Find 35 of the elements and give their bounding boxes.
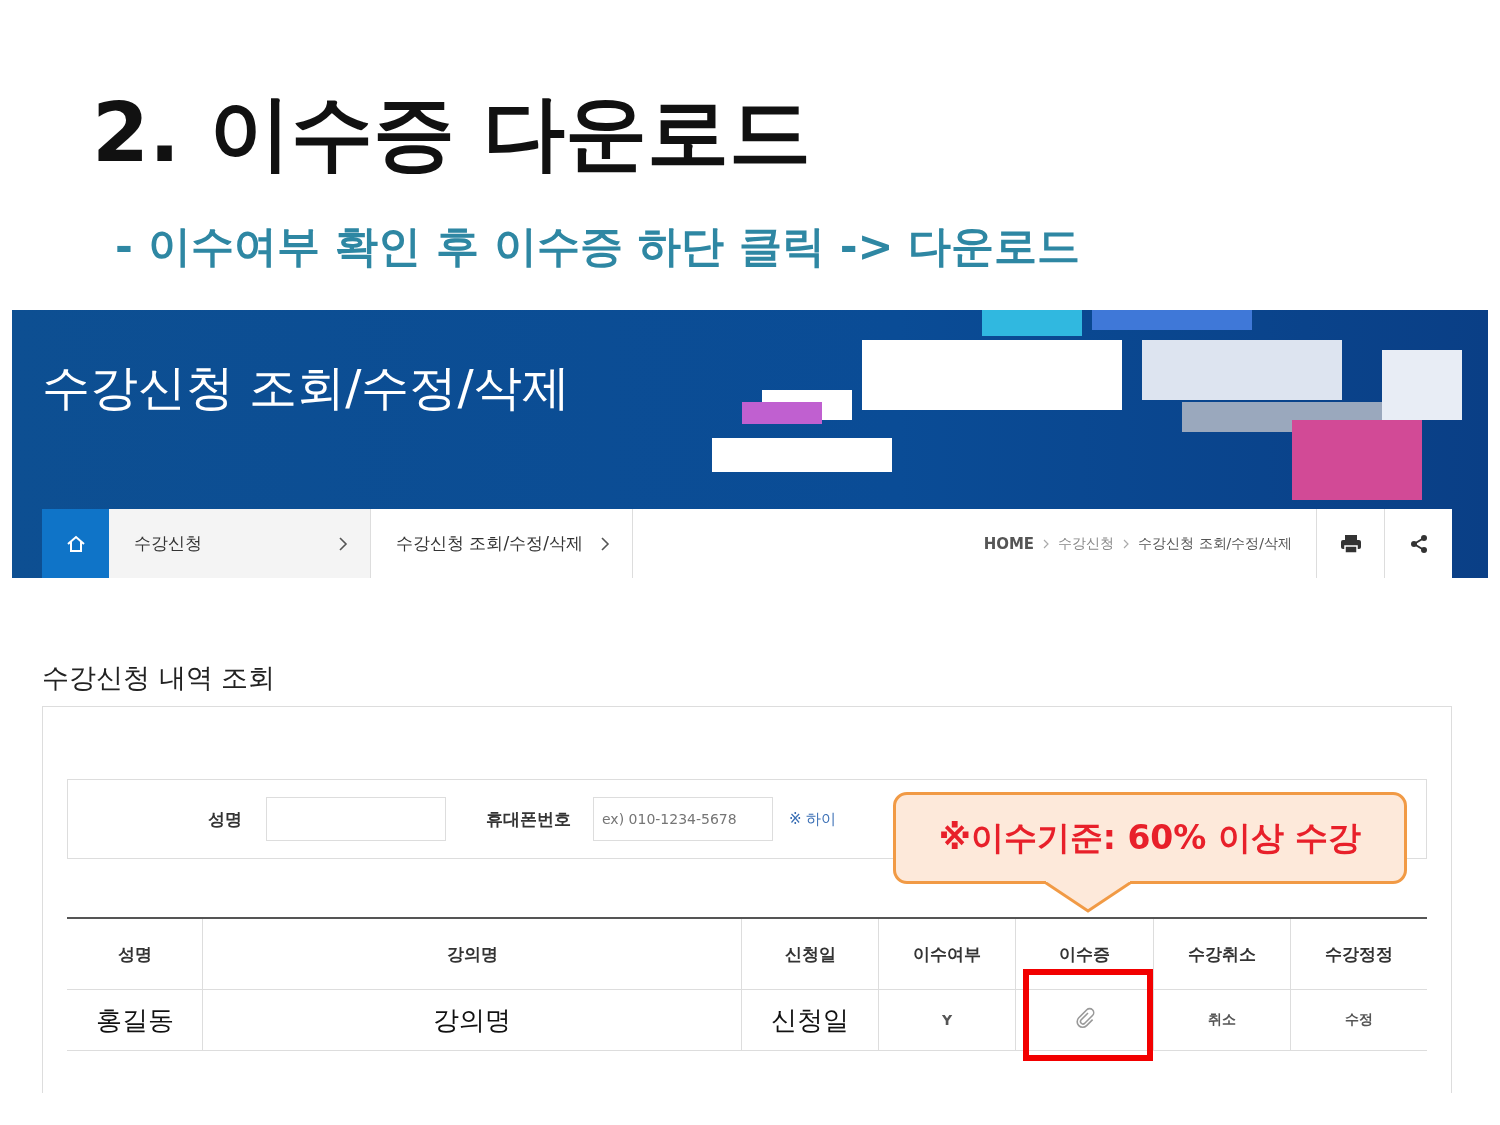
table-cell: 홍길동 bbox=[67, 989, 203, 1051]
slide-subtitle: - 이수여부 확인 후 이수증 하단 클릭 -> 다운로드 bbox=[114, 220, 1082, 273]
note-text: ※ 하이 bbox=[789, 809, 837, 829]
field-label: 성명 bbox=[208, 807, 242, 831]
chevron-icon bbox=[339, 536, 348, 551]
home-button[interactable] bbox=[42, 509, 109, 578]
column-header: 성명 bbox=[67, 918, 203, 990]
column-header: 이수여부 bbox=[878, 918, 1016, 990]
chevron-icon bbox=[1123, 538, 1130, 549]
column-header: 신청일 bbox=[741, 918, 879, 990]
table-cell: 수정 bbox=[1290, 989, 1427, 1051]
menu-dropdown[interactable]: 수강신청 bbox=[109, 509, 371, 578]
print-icon bbox=[1339, 533, 1362, 554]
table-cell: 취소 bbox=[1153, 989, 1291, 1051]
column-header: 수강정정 bbox=[1290, 918, 1427, 990]
breadcrumb-link[interactable]: 수강신청 bbox=[1058, 534, 1115, 553]
breadcrumb-link[interactable]: HOME bbox=[983, 534, 1035, 553]
share-icon bbox=[1408, 533, 1429, 554]
field-label: 휴대폰번호 bbox=[486, 807, 571, 831]
column-header: 강의명 bbox=[202, 918, 742, 990]
input-field[interactable] bbox=[266, 797, 446, 841]
input-field[interactable]: ex) 010-1234-5678 bbox=[593, 797, 773, 841]
table-cell: Y bbox=[878, 989, 1016, 1051]
table-cell: 신청일 bbox=[741, 989, 879, 1051]
slide-title: 2. 이수증 다운로드 bbox=[91, 84, 813, 182]
section-title: 수강신청 내역 조회 bbox=[42, 661, 277, 695]
breadcrumb-link[interactable]: 수강신청 조회/수정/삭제 bbox=[1138, 534, 1292, 553]
chevron-icon bbox=[1043, 538, 1050, 549]
paperclip-icon[interactable] bbox=[1073, 1007, 1096, 1029]
column-header: 수강취소 bbox=[1153, 918, 1291, 990]
table-cell: 강의명 bbox=[202, 989, 742, 1051]
column-header: 이수증 bbox=[1015, 918, 1154, 990]
home-icon bbox=[65, 533, 86, 554]
chevron-icon bbox=[601, 536, 610, 551]
banner-title: 수강신청 조회/수정/삭제 bbox=[42, 358, 570, 417]
